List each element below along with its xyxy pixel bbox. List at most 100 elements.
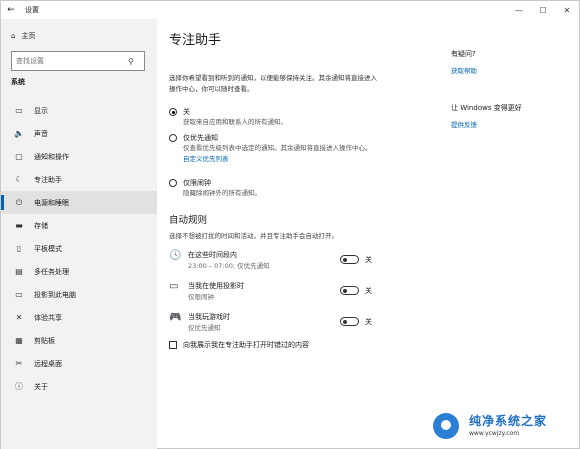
tablet-icon: ▯ [16, 244, 22, 253]
project-icon: ▭ [15, 290, 23, 299]
give-feedback-link[interactable]: 提供反馈 [451, 119, 575, 129]
monitor-icon: ▭ [169, 281, 179, 292]
missed-content-checkbox[interactable] [169, 341, 177, 349]
maximize-button[interactable]: ☐ [531, 1, 555, 19]
sidebar-item-remote-desktop[interactable]: ✂ 远程桌面 [1, 352, 157, 375]
storage-icon: ▬ [15, 221, 23, 230]
radio-label: 关 [183, 108, 190, 116]
remote-icon: ✂ [15, 359, 23, 368]
radio-description: 获取来自应用和联系人的所有通知。 [183, 118, 287, 126]
sidebar-item-label: 声音 [34, 129, 48, 138]
sidebar-item-storage[interactable]: ▬ 存储 [1, 214, 157, 237]
rule-gaming-toggle[interactable] [340, 317, 359, 326]
sidebar-item-focus-assist[interactable]: ☾ 专注助手 [1, 168, 157, 191]
rule-time-toggle[interactable] [340, 255, 359, 264]
radio-alarms-only[interactable]: 仅限闹钟 隐藏除闹钟外的所有通知。 [169, 178, 379, 198]
rule-subtitle: 23:00 – 07:00; 仅优先通知 [188, 262, 270, 270]
multitask-icon: ▤ [15, 267, 23, 276]
home-icon: ⌂ [11, 32, 16, 40]
auto-rules-description: 选择不想被打扰的时间和活动，并且专注助手会自动打开。 [169, 232, 338, 240]
back-arrow-icon[interactable]: ← [1, 5, 21, 15]
watermark-url: www.ycwjzy.com [469, 430, 520, 437]
rule-title: 在这些时间段内 [188, 251, 237, 259]
sidebar-nav: ▭ 显示 🔈 声音 ▢ 通知和操作 ☾ 专注助手 ⏻ 电源和睡眠 ▬ 存储 ▯ 平板模式 ▤ 多… [1, 99, 157, 398]
sidebar-item-label: 体验共享 [34, 313, 62, 322]
power-icon: ⏻ [15, 197, 23, 207]
checkbox-label: 向我展示我在专注助手打开时错过的内容 [183, 341, 309, 349]
sidebar-item-label: 剪贴板 [34, 336, 55, 345]
rule-title: 当我玩游戏时 [188, 313, 230, 321]
sidebar-item-about[interactable]: ⓘ 关于 [1, 375, 157, 398]
sidebar-item-label: 显示 [34, 106, 48, 115]
missed-content-option[interactable]: 向我展示我在专注助手打开时错过的内容 [169, 340, 309, 350]
minimize-button[interactable]: — [507, 1, 531, 19]
radio-button[interactable] [169, 134, 177, 142]
get-help-link[interactable]: 获取帮助 [451, 65, 575, 75]
speaker-icon: 🔈 [14, 129, 24, 138]
gamepad-icon: 🎮 [169, 312, 182, 323]
feedback-heading: 让 Windows 变得更好 [451, 104, 522, 112]
sidebar-item-label: 通知和操作 [34, 152, 69, 161]
search-input[interactable] [12, 56, 128, 66]
rule-subtitle: 仅优先通知 [188, 324, 221, 332]
watermark: 纯净系统之家 www.ycwjzy.com [425, 408, 579, 448]
related-panel: 有疑问? 获取帮助 让 Windows 变得更好 提供反馈 [451, 49, 575, 129]
customize-priority-link[interactable]: 自定义优先列表 [183, 153, 379, 163]
radio-button[interactable] [169, 108, 177, 116]
radio-priority-only[interactable]: 仅优先通知 仅查看优先级列表中选定的通知。其余通知将直接进入操作中心。 自定义优… [169, 133, 379, 163]
sidebar-item-power-sleep[interactable]: ⏻ 电源和睡眠 [1, 191, 157, 214]
search-box: ⚲ [11, 51, 145, 71]
window-controls: — ☐ ✕ [507, 1, 579, 19]
sidebar-item-tablet-mode[interactable]: ▯ 平板模式 [1, 237, 157, 260]
sidebar-item-label: 存储 [34, 221, 48, 230]
share-icon: ✕ [15, 313, 23, 322]
moon-icon: ☾ [15, 175, 23, 184]
sidebar-item-label: 远程桌面 [34, 359, 62, 368]
watermark-logo-icon [433, 413, 459, 439]
monitor-icon: ▭ [15, 106, 23, 115]
page-title: 专注助手 [169, 33, 222, 48]
sidebar-item-shared-experiences[interactable]: ✕ 体验共享 [1, 306, 157, 329]
sidebar-section-label: 系统 [11, 78, 25, 86]
clipboard-icon: ▦ [15, 336, 23, 345]
clock-icon: 🕓 [169, 250, 182, 261]
radio-off[interactable]: 关 获取来自应用和联系人的所有通知。 [169, 107, 379, 127]
radio-button[interactable] [169, 179, 177, 187]
sidebar: ⌂ 主页 ⚲ 系统 ▭ 显示 🔈 声音 ▢ 通知和操作 ☾ 专注助手 ⏻ 电源和睡眠 ▬ 存… [1, 19, 157, 449]
main-content: 专注助手 选择你希望看到和听到的通知，以便能够保持关注。其余通知将直接进入操作中… [157, 19, 580, 449]
title-bar: ← 设置 — ☐ ✕ [1, 1, 579, 19]
sidebar-item-notifications[interactable]: ▢ 通知和操作 [1, 145, 157, 168]
rule-subtitle: 仅限闹钟 [188, 293, 214, 301]
sidebar-item-multitasking[interactable]: ▤ 多任务处理 [1, 260, 157, 283]
intro-text: 选择你希望看到和听到的通知，以便能够保持关注。其余通知将直接进入操作中心，你可以… [169, 74, 377, 93]
radio-description: 仅查看优先级列表中选定的通知。其余通知将直接进入操作中心。 [183, 144, 372, 152]
radio-label: 仅优先通知 [183, 134, 218, 142]
radio-description: 隐藏除闹钟外的所有通知。 [183, 189, 261, 197]
toggle-state-label: 关 [365, 256, 372, 264]
auto-rules-heading: 自动规则 [169, 215, 208, 226]
toggle-state-label: 关 [365, 318, 372, 326]
radio-label: 仅限闹钟 [183, 179, 211, 187]
info-icon: ⓘ [15, 382, 23, 391]
window-title: 设置 [25, 6, 39, 14]
sidebar-item-label: 平板模式 [34, 244, 62, 253]
sidebar-item-label: 多任务处理 [34, 267, 69, 276]
rule-projecting-toggle[interactable] [340, 286, 359, 295]
notification-icon: ▢ [15, 152, 23, 161]
help-heading: 有疑问? [451, 50, 476, 58]
settings-window: ← 设置 — ☐ ✕ ⌂ 主页 ⚲ 系统 ▭ 显示 🔈 声音 ▢ 通知和操作 ☾ 专注助… [0, 0, 580, 449]
sidebar-item-projecting[interactable]: ▭ 投影到此电脑 [1, 283, 157, 306]
rule-title: 当我在使用投影时 [188, 282, 244, 290]
sidebar-item-label: 电源和睡眠 [34, 198, 69, 207]
sidebar-item-label: 投影到此电脑 [34, 290, 76, 299]
close-button[interactable]: ✕ [555, 1, 579, 19]
sidebar-item-display[interactable]: ▭ 显示 [1, 99, 157, 122]
sidebar-item-clipboard[interactable]: ▦ 剪贴板 [1, 329, 157, 352]
sidebar-home[interactable]: ⌂ 主页 [11, 31, 35, 41]
sidebar-item-sound[interactable]: 🔈 声音 [1, 122, 157, 145]
sidebar-item-label: 专注助手 [34, 175, 62, 184]
home-label: 主页 [21, 32, 36, 40]
watermark-name: 纯净系统之家 [469, 414, 548, 428]
search-icon[interactable]: ⚲ [128, 57, 134, 66]
toggle-state-label: 关 [365, 287, 372, 295]
